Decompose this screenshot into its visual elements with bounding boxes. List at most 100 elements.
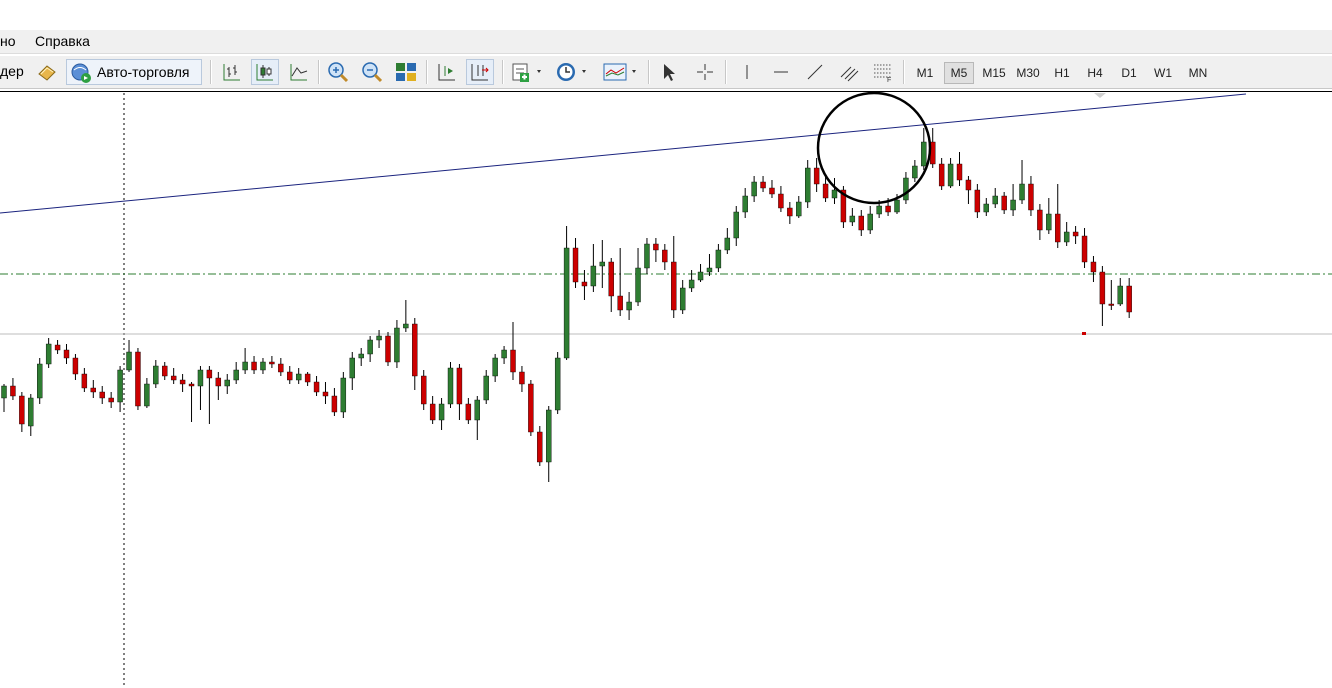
candle-bearish	[251, 361, 257, 371]
timeframe-mn[interactable]: MN	[1182, 62, 1214, 84]
candle-bearish	[206, 369, 213, 379]
zoom-out-icon[interactable]	[359, 59, 385, 85]
timeframe-d1[interactable]: D1	[1114, 62, 1144, 84]
candle-bullish	[724, 237, 731, 251]
candle-bullish	[796, 201, 802, 217]
candle-bearish	[671, 261, 677, 311]
svg-text:F: F	[887, 77, 891, 83]
crosshair-icon[interactable]	[692, 59, 718, 85]
timeframe-m15[interactable]: M15	[976, 62, 1012, 84]
candle-bearish	[287, 371, 293, 381]
market-watch-icon[interactable]	[34, 59, 60, 85]
trendline[interactable]	[0, 93, 1247, 214]
vertical-line-icon[interactable]	[734, 59, 760, 85]
candle-bullish	[403, 323, 409, 329]
indicators-icon[interactable]	[508, 59, 546, 85]
candle-bearish	[170, 375, 177, 381]
candle-bullish	[483, 375, 489, 401]
bar-chart-icon[interactable]	[219, 59, 245, 85]
candle-bullish	[983, 203, 989, 213]
candle-bullish	[438, 403, 445, 421]
candle-bearish	[822, 183, 829, 199]
toolbar: дер Авто-торговля F M1 M5 M15 M30 H1 H4 …	[0, 56, 1332, 89]
auto-trading-button[interactable]: Авто-торговля	[66, 59, 202, 85]
candle-bearish	[1072, 231, 1079, 237]
candle-bullish	[37, 363, 43, 399]
candle-bearish	[1001, 195, 1007, 211]
auto-trading-label: Авто-торговля	[97, 64, 190, 80]
fibonacci-icon[interactable]: F	[870, 59, 896, 85]
candle-bearish	[1081, 235, 1088, 263]
candle-bullish	[554, 357, 561, 411]
timeframe-h1[interactable]: H1	[1048, 62, 1076, 84]
candle-bearish	[662, 249, 668, 263]
candle-bullish	[992, 195, 998, 205]
candle-bearish	[519, 371, 525, 385]
candlestick-chart-icon[interactable]	[251, 59, 279, 85]
toolbar-partial-label[interactable]: дер	[0, 63, 24, 79]
menu-help[interactable]: Справка	[35, 33, 90, 49]
cursor-icon[interactable]	[656, 59, 682, 85]
candle-bearish	[778, 193, 784, 209]
candle-bullish	[626, 301, 632, 311]
candle-bearish	[269, 361, 275, 365]
candle-bearish	[385, 335, 391, 363]
candle-bearish	[429, 403, 436, 421]
timeframe-w1[interactable]: W1	[1148, 62, 1178, 84]
candle-bullish	[599, 261, 606, 267]
candle-bullish	[501, 349, 507, 359]
candle-bearish	[54, 344, 61, 351]
timeframe-m1[interactable]: M1	[910, 62, 940, 84]
candle-bearish	[769, 187, 775, 195]
channel-icon[interactable]	[836, 59, 862, 85]
candle-bullish	[447, 367, 454, 405]
candle-bullish	[921, 141, 927, 167]
chart-shift-icon[interactable]	[434, 59, 460, 85]
menu-item-partial[interactable]: но	[0, 33, 16, 49]
trendline-icon[interactable]	[802, 59, 828, 85]
candle-bearish	[974, 189, 981, 213]
candle-bullish	[233, 369, 239, 381]
chart-shift-marker[interactable]	[1094, 93, 1106, 98]
autoscroll-icon[interactable]	[466, 59, 494, 85]
candle-bearish	[215, 377, 222, 387]
candle-bullish	[715, 249, 722, 269]
candle-bullish	[903, 177, 909, 201]
candle-bullish	[340, 377, 347, 413]
candle-bearish	[81, 373, 88, 389]
circle-annotation[interactable]	[816, 91, 932, 205]
timeframe-h4[interactable]: H4	[1080, 62, 1110, 84]
last-price-marker	[1082, 332, 1086, 335]
horizontal-line-icon[interactable]	[768, 59, 794, 85]
candle-bearish	[304, 373, 311, 383]
timeframe-m30[interactable]: M30	[1012, 62, 1044, 84]
candle-bullish	[706, 267, 713, 273]
candle-bullish	[117, 369, 123, 403]
candle-bearish	[581, 281, 588, 287]
candle-bullish	[376, 335, 382, 341]
tile-windows-icon[interactable]	[393, 59, 419, 85]
candle-bullish	[295, 373, 302, 381]
line-chart-icon[interactable]	[286, 59, 312, 85]
candle-bearish	[90, 387, 97, 393]
candle-bullish	[697, 271, 704, 281]
candle-bearish	[72, 357, 79, 375]
templates-icon[interactable]	[600, 59, 642, 85]
candle-bearish	[813, 167, 820, 185]
candle-bearish	[653, 243, 659, 251]
candle-bearish	[1037, 209, 1043, 231]
candle-bearish	[572, 247, 579, 283]
candle-bullish	[563, 247, 570, 359]
timeframe-m5[interactable]: M5	[944, 62, 974, 84]
candle-bullish	[876, 205, 882, 215]
candle-bearish	[1055, 213, 1061, 243]
candle-bullish	[679, 287, 686, 311]
price-chart[interactable]	[0, 89, 1332, 688]
candle-bullish	[912, 165, 918, 179]
periods-clock-icon[interactable]	[553, 59, 591, 85]
candle-bullish	[546, 409, 552, 463]
candle-bearish	[108, 397, 114, 403]
zoom-in-icon[interactable]	[325, 59, 351, 85]
candle-bullish	[733, 211, 739, 239]
candle-bullish	[358, 353, 364, 359]
